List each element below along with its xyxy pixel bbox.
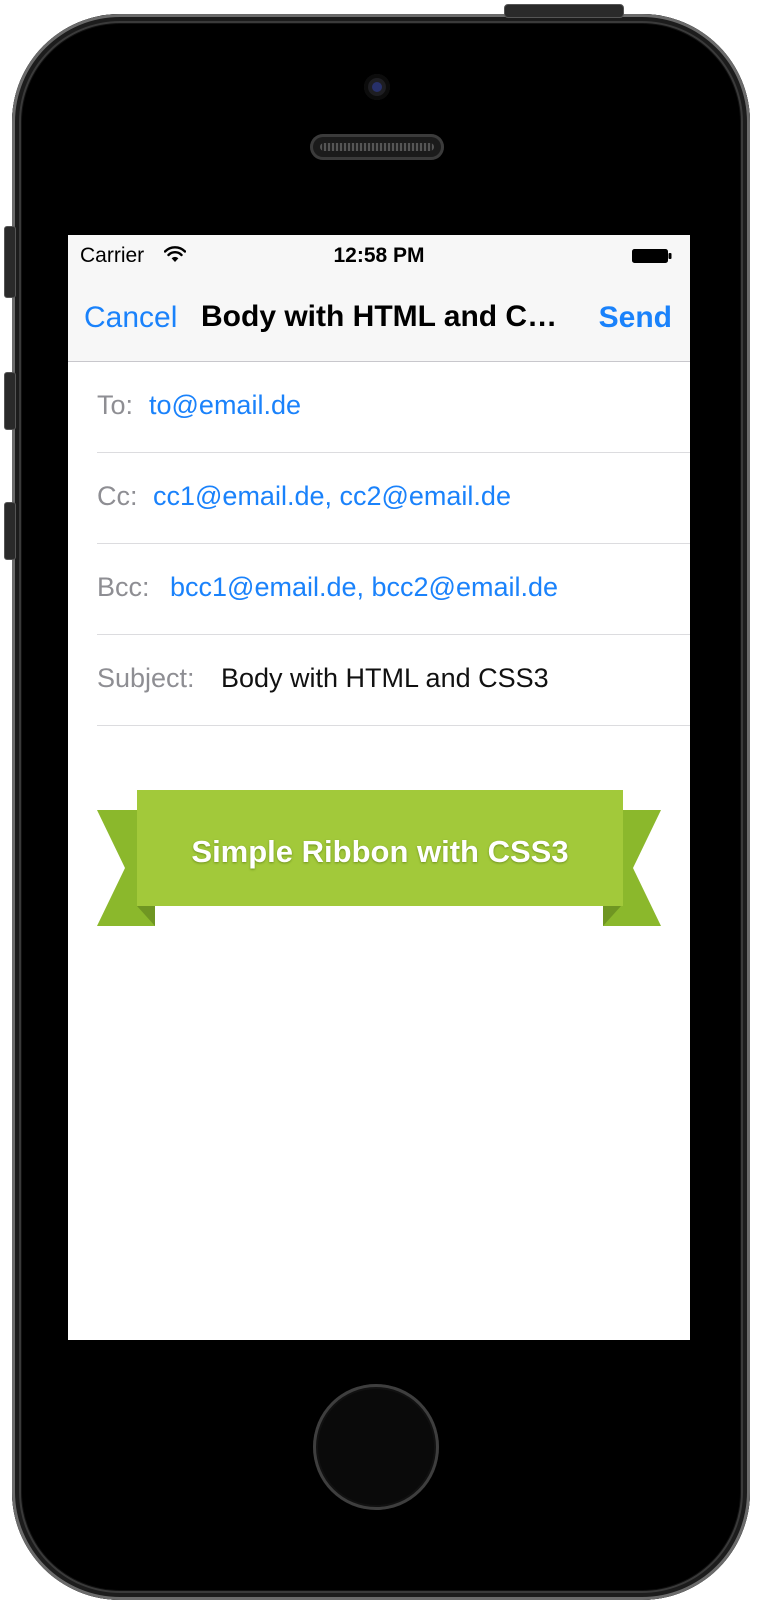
home-button[interactable] xyxy=(313,1384,439,1510)
status-time: 12:58 PM xyxy=(333,244,425,267)
ribbon-text: Simple Ribbon with CSS3 xyxy=(191,834,569,869)
to-label: To: xyxy=(97,390,134,420)
cc-field[interactable]: Cc: cc1@email.de, cc2@email.de xyxy=(97,453,690,544)
bcc-recipients[interactable]: bcc1@email.de, bcc2@email.de xyxy=(170,572,558,603)
earpiece-speaker xyxy=(310,134,444,160)
silent-switch xyxy=(4,226,16,298)
message-body-ribbon: Simple Ribbon with CSS3 xyxy=(97,790,661,928)
mail-compose-screen: Carrier 12:58 PM Cancel Body with HTML a… xyxy=(68,235,690,1340)
compose-title: Body with HTML and CSS3 xyxy=(201,300,561,333)
cancel-button[interactable]: Cancel xyxy=(84,301,177,335)
to-recipient[interactable]: to@email.de xyxy=(149,390,301,421)
volume-up-button xyxy=(4,372,16,430)
subject-field[interactable]: Subject: Body with HTML and CSS3 xyxy=(97,635,690,726)
cc-recipients[interactable]: cc1@email.de, cc2@email.de xyxy=(153,481,511,512)
bcc-label: Bcc: xyxy=(97,572,150,602)
volume-down-button xyxy=(4,502,16,560)
power-button xyxy=(504,4,624,18)
front-camera xyxy=(364,74,390,100)
bcc-field[interactable]: Bcc: bcc1@email.de, bcc2@email.de xyxy=(97,544,690,635)
status-bar: Carrier 12:58 PM xyxy=(68,235,690,277)
cc-label: Cc: xyxy=(97,481,138,511)
send-button[interactable]: Send xyxy=(599,301,672,335)
compose-navigation-bar: Cancel Body with HTML and CSS3 Send xyxy=(68,277,690,362)
to-field[interactable]: To: to@email.de xyxy=(97,362,690,453)
subject-value[interactable]: Body with HTML and CSS3 xyxy=(221,663,549,694)
subject-label: Subject: xyxy=(97,663,195,693)
battery-icon xyxy=(632,249,672,263)
